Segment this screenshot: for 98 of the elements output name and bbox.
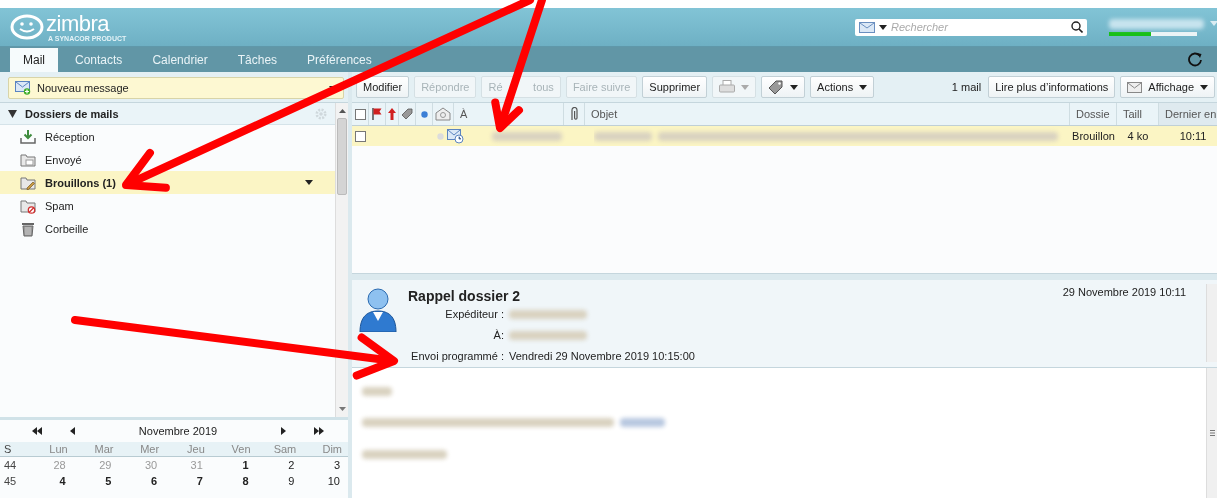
app-tab[interactable]: Mail: [10, 48, 58, 72]
table-cell: 4 ko: [1127, 130, 1149, 142]
blurred-text: [492, 131, 562, 141]
column-header[interactable]: Dossie: [1076, 108, 1110, 120]
scrollbar[interactable]: [1206, 368, 1217, 498]
refresh-icon[interactable]: [1187, 51, 1203, 67]
envelope-plus-icon: [15, 81, 31, 95]
calendar-day[interactable]: 6: [119, 473, 166, 489]
weekday-header: Mer: [119, 442, 166, 457]
column-header[interactable]: À: [460, 108, 468, 120]
table-cell: Brouillon: [1072, 130, 1115, 142]
next-year-icon[interactable]: [314, 427, 324, 435]
weekday-header: Mar: [73, 442, 120, 457]
tag-icon: [401, 108, 413, 120]
caret-icon: [741, 84, 750, 90]
message-date: 29 Novembre 2019 10:11: [1062, 286, 1186, 298]
calendar-day[interactable]: 5: [73, 473, 120, 489]
folder-item[interactable]: Envoyé: [0, 148, 335, 171]
scroll-down-icon: [338, 407, 346, 411]
field-label: Expéditeur :: [444, 308, 504, 320]
tag-icon: [768, 80, 785, 94]
field-label: Envoi programmé :: [410, 350, 504, 362]
weekday-header: Dim: [302, 442, 348, 457]
column-header[interactable]: Taill: [1123, 108, 1142, 120]
scroll-grip-icon: [1209, 430, 1215, 436]
envelope-clock-icon: [446, 128, 464, 144]
collapse-triangle-icon: [8, 109, 17, 118]
calendar-day[interactable]: 9: [256, 473, 303, 489]
previous-year-icon[interactable]: [32, 427, 42, 435]
caret-icon: [790, 84, 799, 90]
week-number: 44: [3, 458, 18, 473]
checkbox[interactable]: [354, 130, 366, 142]
calendar-day[interactable]: 3: [302, 457, 348, 473]
printer-icon: [719, 80, 736, 94]
scrollbar[interactable]: [335, 103, 348, 417]
unread-dot-icon: [437, 132, 444, 140]
info-button[interactable]: Lire plus d’informations: [988, 76, 1116, 98]
toolbar-button[interactable]: Modifier: [356, 76, 410, 98]
blurred-text: [620, 417, 665, 427]
folder-item[interactable]: Corbeille: [0, 217, 335, 240]
logo-wordmark: zimbra: [46, 12, 111, 35]
weekday-header: Lun: [28, 442, 74, 457]
weekday-header: Jeu: [165, 442, 211, 457]
caret-icon: [879, 24, 887, 30]
folder-icon: [20, 151, 36, 168]
calendar-title: Novembre 2019: [137, 425, 219, 437]
scrollbar[interactable]: [1206, 284, 1217, 362]
search-icon: [1071, 21, 1083, 33]
folder-blocked-icon: [20, 197, 36, 214]
message-subject: Rappel dossier 2: [408, 288, 521, 304]
priority-arrow-icon: [388, 108, 396, 120]
caret-icon: [859, 84, 868, 90]
view-menu-button[interactable]: Affichage: [1120, 76, 1215, 98]
trash-can-icon: [20, 220, 36, 237]
calendar-day[interactable]: 8: [210, 473, 257, 489]
paperclip-icon: [569, 107, 579, 121]
envelope-icon: [1127, 81, 1143, 93]
field-value: Vendredi 29 Novembre 2019 10:15:00: [509, 350, 695, 362]
column-header[interactable]: Objet: [591, 108, 618, 120]
folder-header: Dossiers de mails: [0, 103, 335, 125]
folder-item[interactable]: Réception: [0, 125, 335, 148]
person-avatar-icon: [358, 286, 398, 332]
blurred-text: [362, 386, 392, 396]
checkbox[interactable]: [354, 108, 366, 120]
weekday-header: Ven: [210, 442, 257, 457]
field-label: À:: [492, 329, 504, 341]
inbox-tray-icon: [20, 128, 36, 145]
actions-menu-button[interactable]: Actions: [810, 76, 875, 98]
week-number: 45: [3, 474, 18, 489]
previous-month-icon[interactable]: [70, 427, 75, 435]
smiley-logo-icon: [10, 14, 44, 40]
folder-pencil-icon: [20, 174, 36, 191]
caret-icon: [1210, 21, 1217, 26]
table-cell: 10:11: [1179, 130, 1207, 142]
folder-item[interactable]: Brouillons (1): [0, 171, 335, 194]
scroll-up-icon: [338, 109, 346, 113]
tag-menu-button[interactable]: [761, 76, 806, 98]
next-month-icon[interactable]: [281, 427, 286, 435]
calendar-day[interactable]: 1: [210, 457, 257, 473]
caret-icon: [305, 180, 313, 185]
calendar-day[interactable]: 4: [28, 473, 74, 489]
flag-icon: [372, 108, 382, 120]
envelope-icon: [859, 21, 875, 33]
settings-icon: [315, 107, 327, 120]
message-row[interactable]: Brouillon 4 ko 10:11: [352, 126, 1217, 146]
search-field[interactable]: Rechercher: [855, 18, 1087, 36]
calendar-day[interactable]: 7: [165, 473, 211, 489]
read-dot-icon: [420, 110, 428, 118]
calendar-day[interactable]: 10: [302, 473, 348, 489]
toolbar-button[interactable]: Supprimer: [642, 76, 708, 98]
scroll-thumb[interactable]: [337, 118, 347, 195]
calendar-day[interactable]: 2: [256, 457, 303, 473]
blurred-text: [594, 131, 652, 141]
weekday-header: S: [0, 442, 28, 457]
folder-item[interactable]: Spam: [0, 194, 335, 217]
weekday-header: Sam: [256, 442, 303, 457]
message-count: 1 mail: [951, 81, 982, 93]
caret-icon: [1200, 84, 1208, 90]
